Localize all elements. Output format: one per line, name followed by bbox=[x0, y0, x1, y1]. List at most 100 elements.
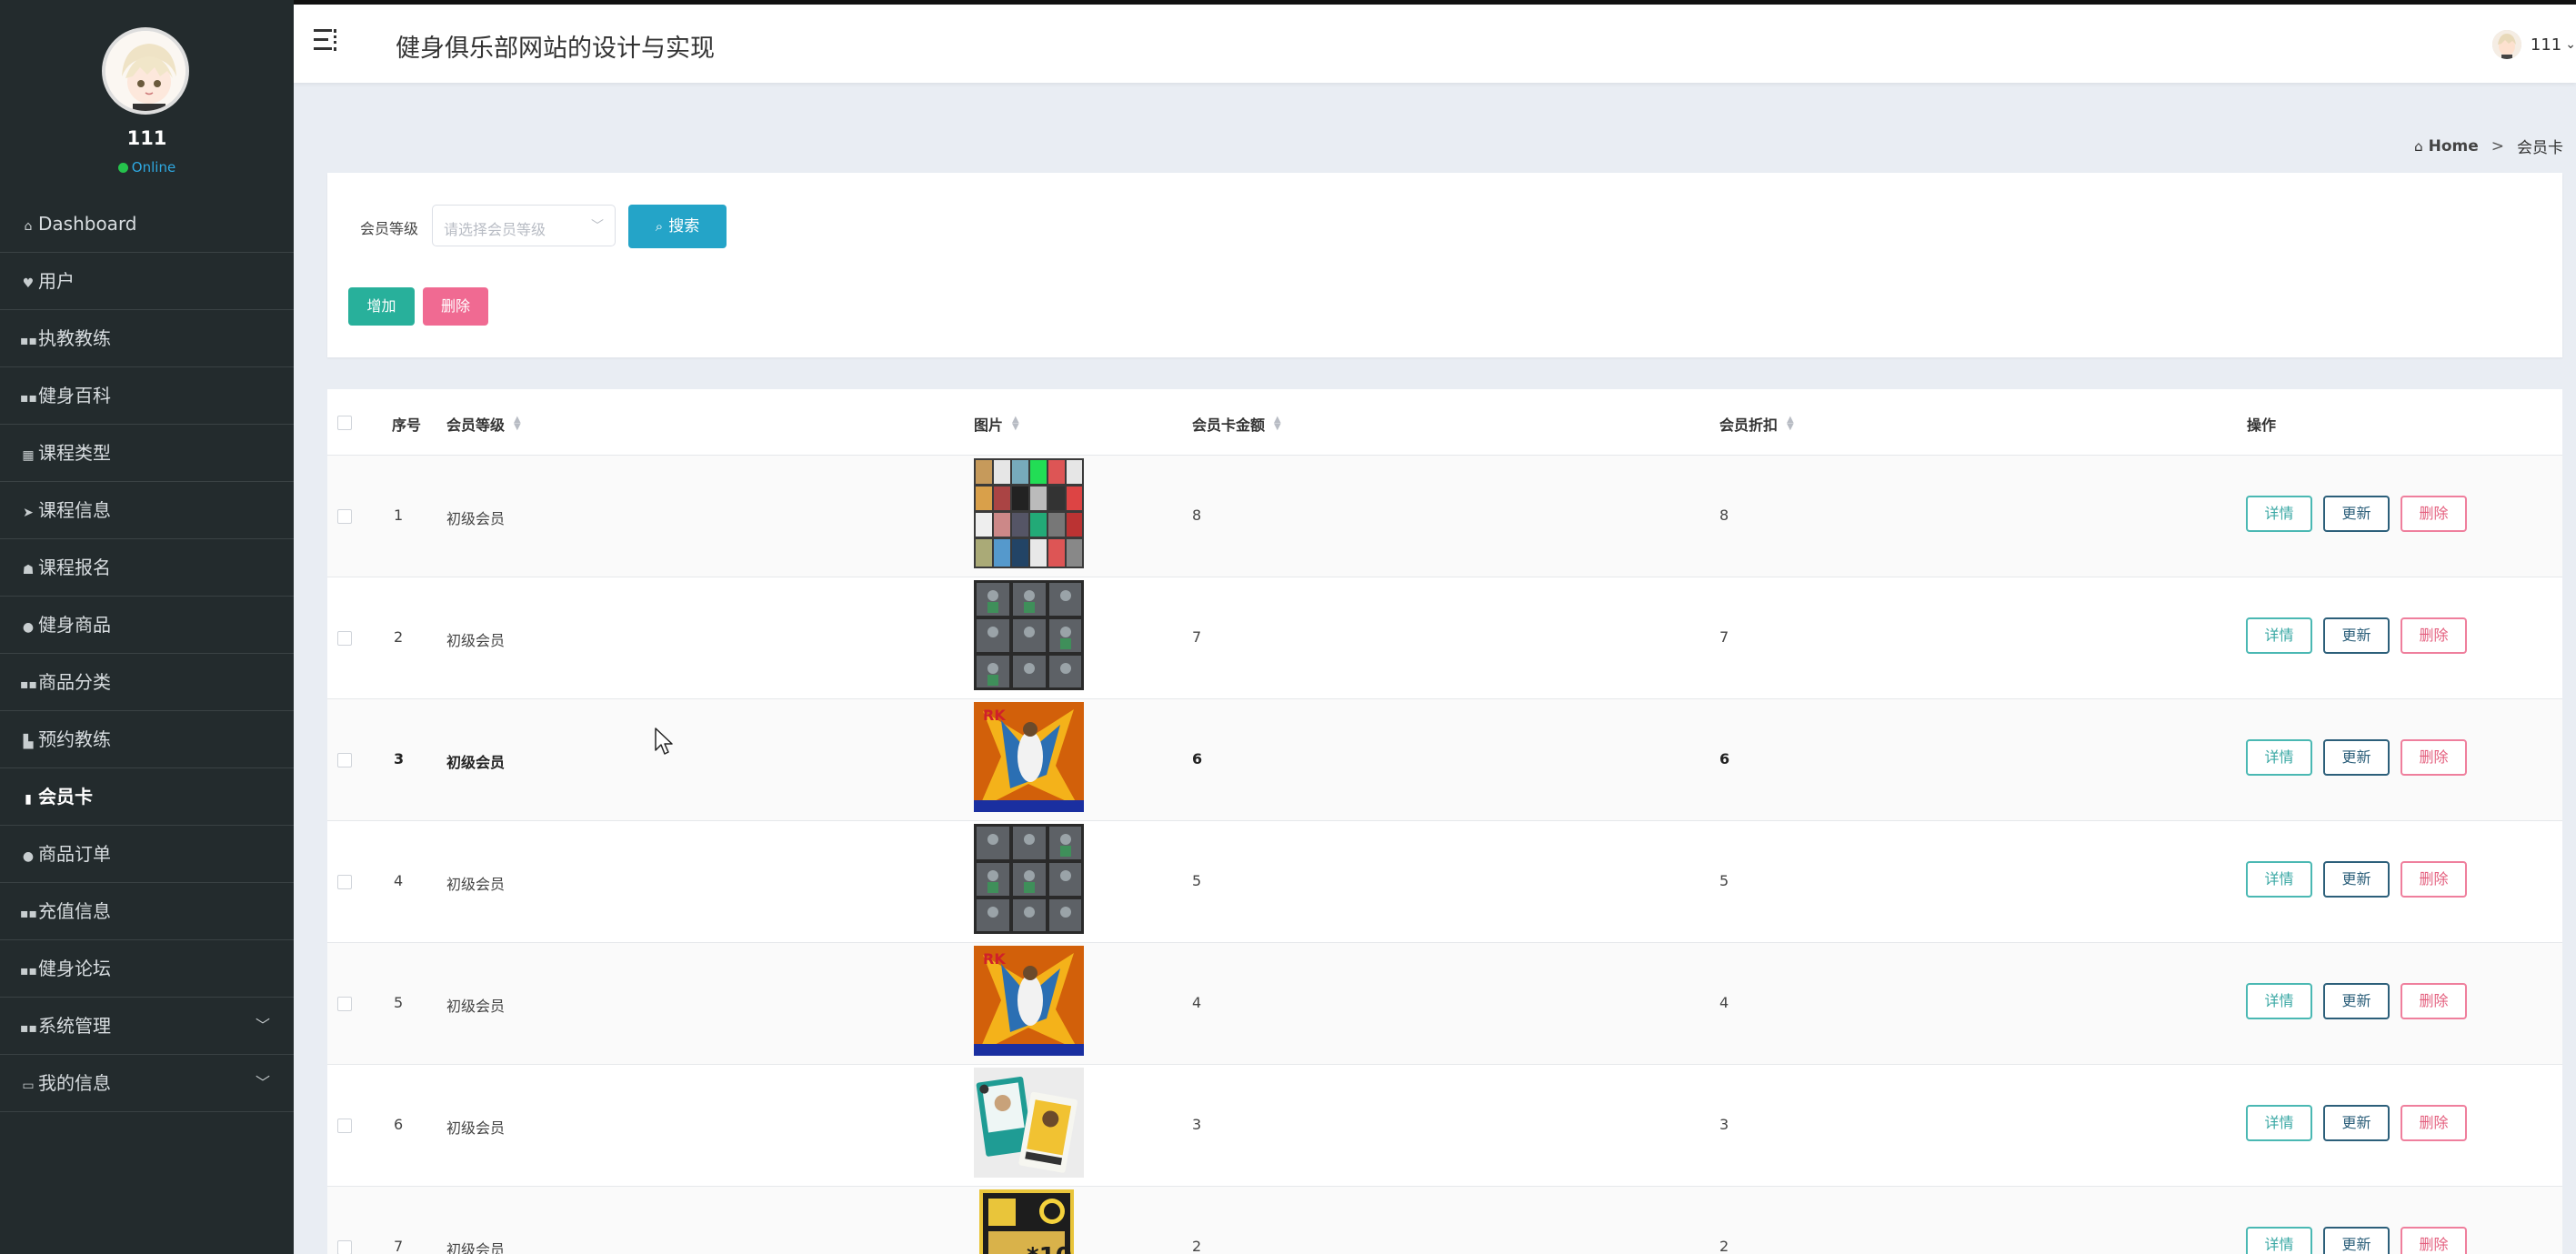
delete-button[interactable]: 删除 bbox=[2401, 861, 2467, 898]
sidebar: 111 Online ⌂ Dashboard ♥ 用户 ▪▪执教教练 ▪▪健身百科 … bbox=[0, 0, 294, 1254]
search-label: 会员等级 bbox=[360, 220, 419, 237]
profile-name: 111 bbox=[126, 127, 167, 149]
sidebar-item-user[interactable]: ♥ 用户 bbox=[0, 253, 294, 310]
sidebar-item-products[interactable]: ● 健身商品 bbox=[0, 597, 294, 654]
cell-index: 7 bbox=[394, 1238, 404, 1254]
row-checkbox[interactable] bbox=[337, 509, 352, 524]
sidebar-item-product-category[interactable]: ▪▪商品分类 bbox=[0, 654, 294, 711]
sidebar-item-course-info[interactable]: ➤ 课程信息 bbox=[0, 482, 294, 539]
sidebar-item-encyclopedia[interactable]: ▪▪健身百科 bbox=[0, 367, 294, 425]
cell-discount: 6 bbox=[1719, 750, 1730, 767]
svg-text:RK: RK bbox=[983, 707, 1006, 724]
row-checkbox[interactable] bbox=[337, 1119, 352, 1133]
column-image[interactable]: 图片 ▲ ▼ bbox=[974, 413, 1019, 435]
search-button[interactable]: ⌕ 搜索 bbox=[628, 205, 727, 248]
cell-discount: 2 bbox=[1719, 1238, 1729, 1254]
bulk-delete-button[interactable]: 删除 bbox=[423, 287, 488, 326]
sidebar-item-coach[interactable]: ▪▪执教教练 bbox=[0, 310, 294, 367]
cell-amount: 6 bbox=[1192, 750, 1203, 767]
update-button[interactable]: 更新 bbox=[2323, 861, 2390, 898]
avatar[interactable] bbox=[102, 27, 189, 115]
delete-button[interactable]: 删除 bbox=[2401, 617, 2467, 654]
grid-icon: ▪▪ bbox=[20, 391, 37, 406]
row-checkbox[interactable] bbox=[337, 753, 352, 767]
user-name: 111 bbox=[2530, 35, 2562, 55]
cell-level: 初级会员 bbox=[446, 754, 506, 771]
delete-button[interactable]: 删除 bbox=[2401, 739, 2467, 776]
card-image-thumbnail: *10 bbox=[979, 1189, 1074, 1254]
delete-button[interactable]: 删除 bbox=[2401, 496, 2467, 532]
card-image-thumbnail: RK bbox=[974, 702, 1084, 812]
update-button[interactable]: 更新 bbox=[2323, 1227, 2390, 1254]
folder-icon: ▭ bbox=[22, 1078, 35, 1093]
sidebar-item-label: 课程类型 bbox=[38, 442, 111, 464]
card-icon: ▮ bbox=[25, 792, 32, 807]
view-button[interactable]: 详情 bbox=[2246, 496, 2312, 532]
sidebar-item-label: 商品订单 bbox=[38, 843, 111, 865]
column-discount[interactable]: 会员折扣 ▲ ▼ bbox=[1719, 413, 1794, 435]
svg-text:RK: RK bbox=[983, 950, 1006, 968]
search-icon: ⌕ bbox=[655, 218, 664, 235]
table-header: 序号 会员等级 ▲ ▼ 图片 ▲ ▼ 会员卡金额 ▲ ▼ 会员折扣 ▲ ▼ 操作 bbox=[327, 389, 2562, 456]
cell-amount: 3 bbox=[1192, 1116, 1202, 1133]
row-checkbox[interactable] bbox=[337, 631, 352, 646]
view-button[interactable]: 详情 bbox=[2246, 1227, 2312, 1254]
sidebar-item-course-type[interactable]: ▦ 课程类型 bbox=[0, 425, 294, 482]
svg-text:*10: *10 bbox=[1027, 1243, 1072, 1254]
sidebar-item-recharge[interactable]: ▪▪充值信息 bbox=[0, 883, 294, 940]
update-button[interactable]: 更新 bbox=[2323, 1105, 2390, 1141]
column-amount[interactable]: 会员卡金额 ▲ ▼ bbox=[1192, 413, 1281, 435]
user-avatar bbox=[2491, 30, 2521, 59]
cell-amount: 7 bbox=[1192, 628, 1202, 646]
sidebar-item-label: 用户 bbox=[38, 270, 75, 292]
home-icon: ⌂ bbox=[2414, 137, 2423, 155]
update-button[interactable]: 更新 bbox=[2323, 617, 2390, 654]
table-row: 5 初级会员 RK 4 4 详情 更新 删除 bbox=[327, 943, 2562, 1065]
update-button[interactable]: 更新 bbox=[2323, 983, 2390, 1019]
sidebar-item-system[interactable]: ▪▪系统管理 ﹀ bbox=[0, 998, 294, 1055]
chevron-down-icon: ﹀ bbox=[591, 219, 604, 234]
table-row: 4 初级会员 5 5 详情 更新 删除 bbox=[327, 821, 2562, 943]
cell-level: 初级会员 bbox=[446, 998, 506, 1015]
card-image-thumbnail bbox=[974, 458, 1084, 568]
member-level-select[interactable]: 请选择会员等级 ﹀ bbox=[432, 205, 616, 246]
delete-button[interactable]: 删除 bbox=[2401, 983, 2467, 1019]
delete-button[interactable]: 删除 bbox=[2401, 1227, 2467, 1254]
sidebar-item-orders[interactable]: ● 商品订单 bbox=[0, 826, 294, 883]
sidebar-item-membership-card[interactable]: ▮ 会员卡 bbox=[0, 768, 294, 826]
breadcrumb-home[interactable]: Home bbox=[2429, 137, 2479, 155]
view-button[interactable]: 详情 bbox=[2246, 739, 2312, 776]
chevron-down-icon: ﹀ bbox=[255, 1017, 270, 1034]
row-checkbox[interactable] bbox=[337, 1240, 352, 1254]
sidebar-item-my-info[interactable]: ▭ 我的信息 ﹀ bbox=[0, 1055, 294, 1112]
search-panel: 会员等级 请选择会员等级 ﹀ ⌕ 搜索 增加 删除 bbox=[327, 173, 2562, 357]
cell-amount: 4 bbox=[1192, 994, 1202, 1011]
cell-level: 初级会员 bbox=[446, 876, 506, 893]
column-level[interactable]: 会员等级 ▲ ▼ bbox=[446, 413, 521, 435]
column-image-label: 图片 bbox=[974, 416, 1004, 434]
row-checkbox[interactable] bbox=[337, 997, 352, 1011]
sidebar-item-booking[interactable]: ▙ 预约教练 bbox=[0, 711, 294, 768]
view-button[interactable]: 详情 bbox=[2246, 983, 2312, 1019]
cell-index: 2 bbox=[394, 628, 404, 646]
row-checkbox[interactable] bbox=[337, 875, 352, 889]
menu-toggle-icon[interactable] bbox=[314, 29, 337, 56]
sidebar-item-course-signup[interactable]: ☗ 课程报名 bbox=[0, 539, 294, 597]
delete-button[interactable]: 删除 bbox=[2401, 1105, 2467, 1141]
select-placeholder: 请选择会员等级 bbox=[444, 221, 546, 238]
sidebar-item-forum[interactable]: ▪▪健身论坛 bbox=[0, 940, 294, 998]
cell-level: 初级会员 bbox=[446, 1119, 506, 1137]
update-button[interactable]: 更新 bbox=[2323, 496, 2390, 532]
view-button[interactable]: 详情 bbox=[2246, 1105, 2312, 1141]
table-row: 2 初级会员 7 7 详情 更新 删除 bbox=[327, 577, 2562, 699]
sidebar-item-dashboard[interactable]: ⌂ Dashboard bbox=[0, 196, 294, 253]
select-all-checkbox[interactable] bbox=[337, 416, 352, 430]
user-menu[interactable]: 111 ⌄ bbox=[2491, 28, 2576, 61]
add-button[interactable]: 增加 bbox=[348, 287, 415, 326]
cell-level: 初级会员 bbox=[446, 632, 506, 649]
user-icon: ● bbox=[22, 620, 35, 635]
update-button[interactable]: 更新 bbox=[2323, 739, 2390, 776]
view-button[interactable]: 详情 bbox=[2246, 617, 2312, 654]
view-button[interactable]: 详情 bbox=[2246, 861, 2312, 898]
sidebar-item-label: 课程报名 bbox=[38, 557, 111, 578]
